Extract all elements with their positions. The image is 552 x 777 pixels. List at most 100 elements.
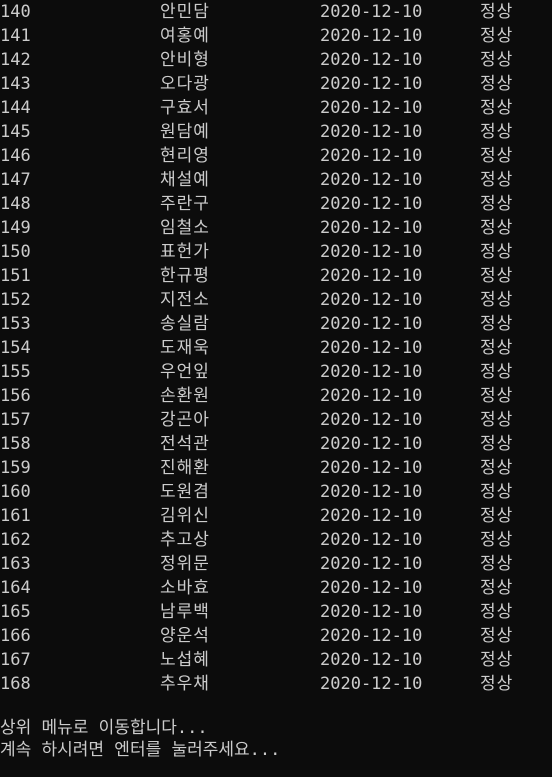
status-text: 정상 xyxy=(480,434,514,454)
row-number: 168 xyxy=(0,674,31,694)
row-number: 151 xyxy=(0,266,31,286)
table-row: 143 오다광 2020-12-10 정상 xyxy=(0,72,552,96)
member-name: 임철소 xyxy=(160,218,210,238)
status-text: 정상 xyxy=(480,650,514,670)
member-name: 도재욱 xyxy=(160,338,210,358)
table-row: 164 소바효 2020-12-10 정상 xyxy=(0,576,552,600)
row-number: 145 xyxy=(0,122,31,142)
row-date: 2020-12-10 xyxy=(320,74,423,94)
status-text: 정상 xyxy=(480,458,514,478)
status-text: 정상 xyxy=(480,266,514,286)
status-text: 정상 xyxy=(480,50,514,70)
table-row: 144 구효서 2020-12-10 정상 xyxy=(0,96,552,120)
member-name: 주란구 xyxy=(160,194,210,214)
member-name: 채설예 xyxy=(160,170,210,190)
member-name: 오다광 xyxy=(160,74,210,94)
status-text: 정상 xyxy=(480,578,514,598)
row-date: 2020-12-10 xyxy=(320,266,423,286)
row-date: 2020-12-10 xyxy=(320,410,423,430)
status-text: 정상 xyxy=(480,2,514,22)
member-name: 안민담 xyxy=(160,2,210,22)
status-text: 정상 xyxy=(480,674,514,694)
status-text: 정상 xyxy=(480,410,514,430)
status-text: 정상 xyxy=(480,530,514,550)
member-name: 김위신 xyxy=(160,506,210,526)
row-date: 2020-12-10 xyxy=(320,242,423,262)
member-name: 한규평 xyxy=(160,266,210,286)
table-row: 142 안비형 2020-12-10 정상 xyxy=(0,48,552,72)
row-number: 161 xyxy=(0,506,31,526)
status-text: 정상 xyxy=(480,338,514,358)
row-date: 2020-12-10 xyxy=(320,314,423,334)
row-date: 2020-12-10 xyxy=(320,650,423,670)
member-name: 노섭혜 xyxy=(160,650,210,670)
member-name: 추고상 xyxy=(160,530,210,550)
row-number: 147 xyxy=(0,170,31,190)
member-name: 원담예 xyxy=(160,122,210,142)
status-text: 정상 xyxy=(480,122,514,142)
row-date: 2020-12-10 xyxy=(320,98,423,118)
member-name: 송실람 xyxy=(160,314,210,334)
status-text: 정상 xyxy=(480,362,514,382)
member-name: 지전소 xyxy=(160,290,210,310)
row-date: 2020-12-10 xyxy=(320,338,423,358)
row-number: 141 xyxy=(0,26,31,46)
row-date: 2020-12-10 xyxy=(320,218,423,238)
console-messages: 상위 메뉴로 이동합니다... 계속 하시려면 엔터를 눌러주세요... xyxy=(0,717,552,761)
row-date: 2020-12-10 xyxy=(320,458,423,478)
row-date: 2020-12-10 xyxy=(320,170,423,190)
status-text: 정상 xyxy=(480,242,514,262)
row-date: 2020-12-10 xyxy=(320,194,423,214)
table-row: 163 정위문 2020-12-10 정상 xyxy=(0,552,552,576)
row-date: 2020-12-10 xyxy=(320,482,423,502)
row-number: 167 xyxy=(0,650,31,670)
row-date: 2020-12-10 xyxy=(320,578,423,598)
table-row: 157 강곤아 2020-12-10 정상 xyxy=(0,408,552,432)
status-text: 정상 xyxy=(480,482,514,502)
member-name: 진해환 xyxy=(160,458,210,478)
status-text: 정상 xyxy=(480,194,514,214)
table-row: 145 원담예 2020-12-10 정상 xyxy=(0,120,552,144)
status-text: 정상 xyxy=(480,506,514,526)
status-text: 정상 xyxy=(480,602,514,622)
row-number: 142 xyxy=(0,50,31,70)
member-name: 전석관 xyxy=(160,434,210,454)
row-number: 150 xyxy=(0,242,31,262)
member-name: 강곤아 xyxy=(160,410,210,430)
row-number: 153 xyxy=(0,314,31,334)
table-row: 165 남루백 2020-12-10 정상 xyxy=(0,600,552,624)
status-text: 정상 xyxy=(480,26,514,46)
row-date: 2020-12-10 xyxy=(320,386,423,406)
member-name: 우언잎 xyxy=(160,362,210,382)
row-number: 165 xyxy=(0,602,31,622)
row-number: 148 xyxy=(0,194,31,214)
member-name: 구효서 xyxy=(160,98,210,118)
table-row: 141 여홍예 2020-12-10 정상 xyxy=(0,24,552,48)
row-number: 164 xyxy=(0,578,31,598)
table-row: 146 현리영 2020-12-10 정상 xyxy=(0,144,552,168)
table-row: 140 안민담 2020-12-10 정상 xyxy=(0,0,552,24)
status-text: 정상 xyxy=(480,170,514,190)
member-name: 안비형 xyxy=(160,50,210,70)
member-name: 남루백 xyxy=(160,602,210,622)
row-date: 2020-12-10 xyxy=(320,674,423,694)
member-name: 양운석 xyxy=(160,626,210,646)
status-text: 정상 xyxy=(480,290,514,310)
table-row: 155 우언잎 2020-12-10 정상 xyxy=(0,360,552,384)
status-text: 정상 xyxy=(480,74,514,94)
row-date: 2020-12-10 xyxy=(320,50,423,70)
member-name: 표헌가 xyxy=(160,242,210,262)
table-row: 153 송실람 2020-12-10 정상 xyxy=(0,312,552,336)
table-row: 147 채설예 2020-12-10 정상 xyxy=(0,168,552,192)
row-number: 162 xyxy=(0,530,31,550)
table-row: 168 추우채 2020-12-10 정상 xyxy=(0,672,552,696)
member-name: 정위문 xyxy=(160,554,210,574)
row-number: 160 xyxy=(0,482,31,502)
row-number: 163 xyxy=(0,554,31,574)
table-row: 148 주란구 2020-12-10 정상 xyxy=(0,192,552,216)
row-date: 2020-12-10 xyxy=(320,26,423,46)
member-name: 여홍예 xyxy=(160,26,210,46)
row-date: 2020-12-10 xyxy=(320,530,423,550)
console-window: 140 안민담 2020-12-10 정상 141 여홍예 2020-12-10 정상 142 안… xyxy=(0,0,552,777)
table-row: 161 김위신 2020-12-10 정상 xyxy=(0,504,552,528)
